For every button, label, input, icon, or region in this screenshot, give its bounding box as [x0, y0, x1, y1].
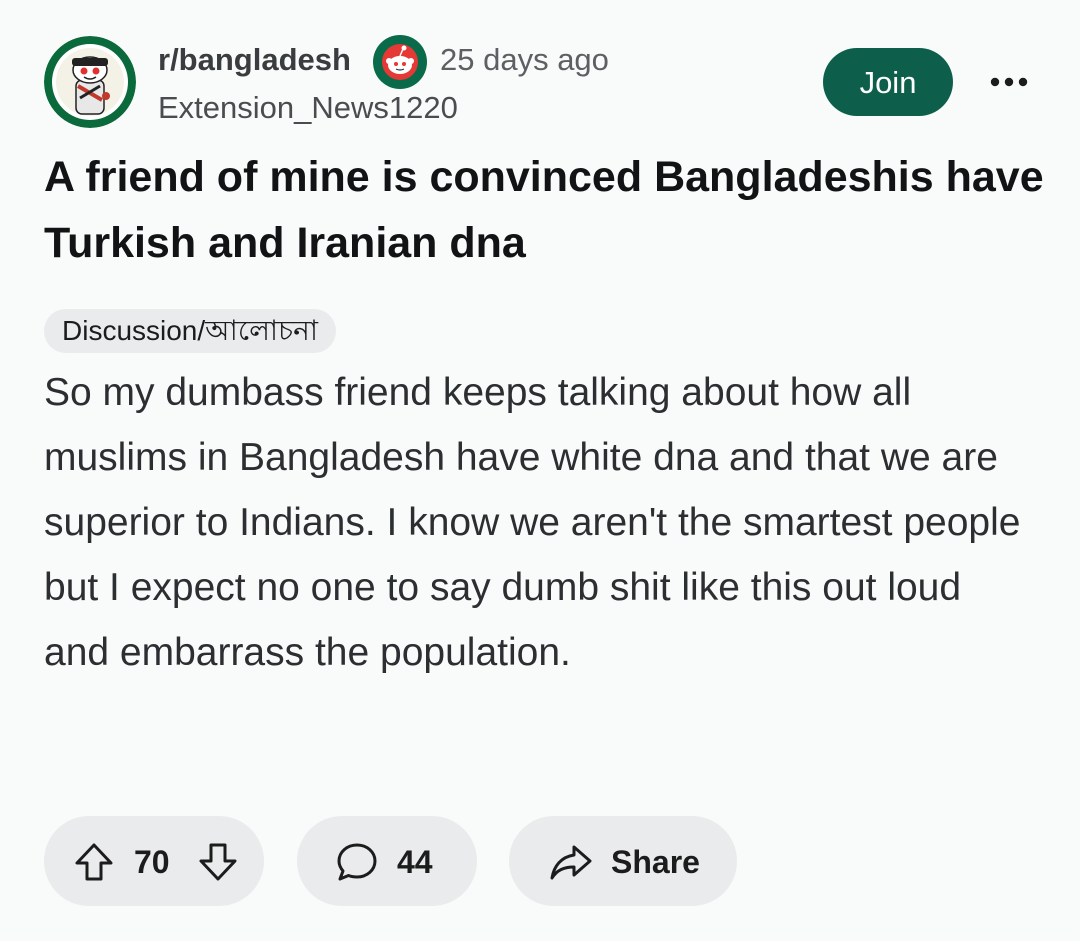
share-button[interactable]: Share: [509, 816, 737, 906]
comments-button[interactable]: 44: [297, 816, 477, 906]
reddit-snoo-badge-icon: [372, 34, 428, 90]
vote-count: 70: [134, 844, 170, 880]
downvote-arrow-icon[interactable]: [196, 840, 240, 884]
post-header: r/bangladesh 25 days ago Extension_News1…: [44, 34, 1044, 132]
author-username[interactable]: Extension_News1220: [158, 88, 458, 128]
comment-count: 44: [397, 844, 433, 880]
vote-control: 70: [44, 816, 264, 906]
upvote-arrow-icon[interactable]: [72, 840, 116, 884]
share-arrow-icon: [549, 840, 593, 884]
share-label: Share: [611, 844, 700, 880]
subreddit-name[interactable]: r/bangladesh: [158, 40, 351, 80]
subreddit-avatar-icon[interactable]: [44, 36, 136, 128]
comment-bubble-icon: [335, 840, 379, 884]
post-flair[interactable]: Discussion/আলোচনা: [44, 309, 336, 353]
post-title[interactable]: A friend of mine is convinced Bangladesh…: [44, 144, 1044, 276]
more-options-icon[interactable]: [986, 64, 1032, 100]
post-body: So my dumbass friend keeps talking about…: [44, 371, 1021, 674]
join-button[interactable]: Join: [823, 48, 953, 116]
post-timestamp: 25 days ago: [440, 42, 609, 77]
